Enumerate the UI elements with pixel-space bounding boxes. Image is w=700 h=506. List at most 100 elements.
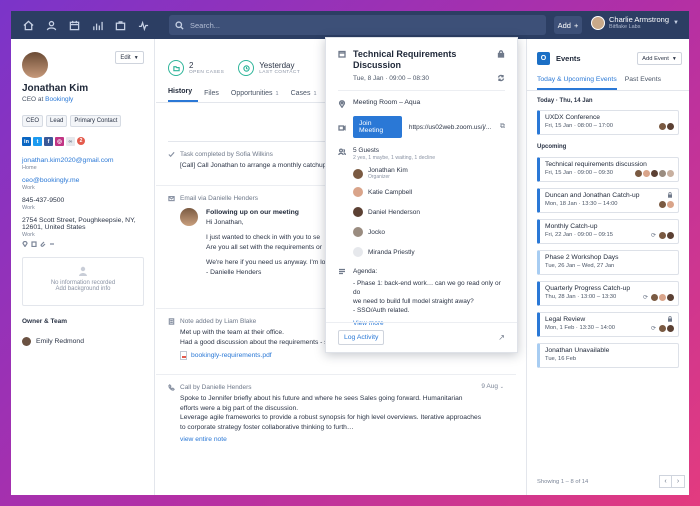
guests-summary: 2 yes, 1 maybe, 1 waiting, 1 decline bbox=[353, 155, 436, 161]
twitter-icon[interactable]: t bbox=[33, 137, 42, 146]
briefcase-icon[interactable] bbox=[109, 11, 132, 39]
next-page-button[interactable]: › bbox=[672, 475, 685, 488]
event-title-line: Technical Requirements bbox=[353, 49, 457, 59]
company-link[interactable]: Bookingly bbox=[45, 96, 73, 103]
phone-value[interactable]: 845-437-9500 bbox=[22, 197, 143, 204]
calendar-icon bbox=[338, 50, 346, 58]
event-card[interactable]: UXDX Conference Fri, 15 Jan · 08:00 – 17… bbox=[537, 110, 679, 135]
event-card[interactable]: Quarterly Progress Catch-up Thu, 28 Jan … bbox=[537, 281, 679, 306]
tab-opportunities[interactable]: Opportunities 1 bbox=[231, 90, 285, 102]
tab-past-events[interactable]: Past Events bbox=[625, 76, 661, 90]
person-icon[interactable] bbox=[40, 11, 63, 39]
building-icon[interactable] bbox=[31, 241, 37, 247]
prev-page-button[interactable]: ‹ bbox=[659, 475, 672, 488]
copy-icon[interactable]: ⧉ bbox=[500, 123, 505, 131]
repeat-icon bbox=[497, 74, 505, 82]
event-title-line: Discussion bbox=[353, 60, 402, 70]
user-name: Charlie Armstrong bbox=[609, 15, 670, 24]
guest-avatar bbox=[353, 227, 363, 237]
agenda-line: we need to build full model straight awa… bbox=[353, 298, 474, 305]
join-meeting-button[interactable]: Join Meeting bbox=[353, 116, 402, 138]
tab-count: 1 bbox=[313, 91, 317, 97]
contact-title: CEO at Bookingly bbox=[22, 96, 143, 103]
attachment-link[interactable]: bookingly-requirements.pdf bbox=[180, 351, 504, 368]
more-icon[interactable] bbox=[49, 241, 55, 247]
owner-team-header: Owner & Team bbox=[22, 318, 68, 325]
feed-call: Call by Danielle Henders 9 Aug ⌄ Spoke t… bbox=[156, 375, 516, 453]
guest-row[interactable]: Jocko bbox=[353, 227, 435, 237]
tab-upcoming-events[interactable]: Today & Upcoming Events bbox=[537, 76, 617, 90]
home-icon[interactable] bbox=[17, 11, 40, 39]
tab-label: Files bbox=[204, 90, 219, 97]
event-card[interactable]: Duncan and Jonathan Catch-up Mon, 18 Jan… bbox=[537, 188, 679, 213]
outlook-icon: O bbox=[537, 52, 550, 65]
search-input[interactable] bbox=[190, 20, 520, 30]
edit-button[interactable]: Edit ▼ bbox=[115, 51, 144, 64]
owner-row[interactable]: Emily Redmond bbox=[22, 337, 143, 346]
tab-cases[interactable]: Cases 1 bbox=[291, 90, 323, 102]
guest-avatar bbox=[353, 168, 363, 179]
call-line: to corporate strategy foster collaborati… bbox=[180, 423, 354, 431]
log-activity-button[interactable]: Log Activity bbox=[338, 330, 385, 345]
view-entire-note-link[interactable]: view entire note bbox=[180, 436, 504, 453]
email-line: I just wanted to check in with you to se bbox=[206, 234, 321, 241]
edit-label: Edit bbox=[120, 54, 131, 61]
guest-avatar bbox=[353, 207, 363, 217]
guest-row[interactable]: Katie Campbell bbox=[353, 187, 435, 197]
background-info-box[interactable]: No information recorded Add background i… bbox=[22, 257, 144, 306]
event-name: Jonathan Unavailable bbox=[545, 347, 610, 354]
feed-head-text: Call by Danielle Henders bbox=[180, 384, 252, 391]
stat-last-contact[interactable]: Yesterday LAST CONTACT bbox=[238, 60, 300, 76]
activity-icon[interactable] bbox=[132, 11, 155, 39]
lock-icon bbox=[667, 192, 673, 198]
guest-row[interactable]: Daniel Henderson bbox=[353, 207, 435, 217]
email-work-link[interactable]: ceo@bookingly.me bbox=[22, 177, 143, 184]
external-link-icon[interactable]: ↗ bbox=[498, 333, 505, 342]
email-home-label: Home bbox=[22, 165, 37, 171]
guest-avatar bbox=[353, 247, 363, 257]
add-button[interactable]: Add + bbox=[554, 16, 582, 34]
call-line: efforts were a big part of the discussio… bbox=[180, 404, 299, 412]
attendee-avatars: ⟳ bbox=[651, 325, 674, 332]
phone-label: Work bbox=[22, 205, 35, 211]
event-time: Tue, 26 Jan – Wed, 27 Jan bbox=[545, 263, 615, 269]
link-icon[interactable]: ∞ bbox=[66, 137, 75, 146]
event-card[interactable]: Jonathan Unavailable Tue, 16 Feb bbox=[537, 343, 679, 368]
linkedin-icon[interactable]: in bbox=[22, 137, 31, 146]
instagram-icon[interactable]: ◎ bbox=[55, 137, 64, 146]
user-menu[interactable]: Charlie Armstrong Bitflake Labs ▼ bbox=[591, 15, 679, 30]
search-bar[interactable] bbox=[169, 15, 546, 35]
tag[interactable]: Primary Contact bbox=[70, 115, 122, 127]
contact-avatar bbox=[22, 52, 48, 78]
tag[interactable]: Lead bbox=[46, 115, 68, 127]
upcoming-header: Upcoming bbox=[537, 144, 567, 150]
meeting-url[interactable]: https://us02web.zoom.us/j/... bbox=[409, 124, 493, 131]
guest-name: Jocko bbox=[368, 228, 385, 236]
bar-chart-icon[interactable] bbox=[86, 11, 109, 39]
event-card[interactable]: Phase 2 Workshop Days Tue, 26 Jan – Wed,… bbox=[537, 250, 679, 275]
email-home-link[interactable]: jonathan.kim2020@gmail.com bbox=[22, 157, 143, 164]
chevron-down-icon[interactable]: ⌄ bbox=[500, 384, 504, 390]
paperclip-icon[interactable] bbox=[40, 241, 46, 247]
calendar-icon[interactable] bbox=[63, 11, 86, 39]
note-icon bbox=[168, 318, 175, 325]
event-card[interactable]: Legal Review Mon, 1 Feb · 13:30 – 14:00 … bbox=[537, 312, 679, 337]
stat-open-cases[interactable]: 2 OPEN CASES bbox=[168, 60, 224, 76]
facebook-icon[interactable]: f bbox=[44, 137, 53, 146]
event-card[interactable]: Monthly Catch-up Fri, 22 Jan · 09:00 – 0… bbox=[537, 219, 679, 244]
address-line-2: 12601, United States bbox=[22, 224, 86, 231]
map-pin-icon[interactable] bbox=[22, 241, 28, 247]
guest-row[interactable]: Miranda Priestly bbox=[353, 247, 435, 257]
guest-name: Daniel Henderson bbox=[368, 208, 421, 216]
guest-row[interactable]: Jonathan Kim Organizer bbox=[353, 167, 435, 180]
tab-history[interactable]: History bbox=[168, 88, 199, 102]
event-card[interactable]: Technical requirements discussion Fri, 1… bbox=[537, 157, 679, 182]
add-event-button[interactable]: Add Event ▼ bbox=[637, 52, 682, 65]
owner-name: Emily Redmond bbox=[36, 338, 84, 345]
events-panel: O Events Add Event ▼ Today & Upcoming Eve… bbox=[526, 39, 689, 495]
tab-files[interactable]: Files bbox=[204, 90, 225, 102]
feed-head-text: Task completed by Sofia Wilkins bbox=[180, 151, 273, 158]
tag[interactable]: CEO bbox=[22, 115, 44, 127]
attendee-avatars: ⟳ bbox=[643, 294, 674, 301]
today-header: Today · Thu, 14 Jan bbox=[537, 98, 593, 104]
